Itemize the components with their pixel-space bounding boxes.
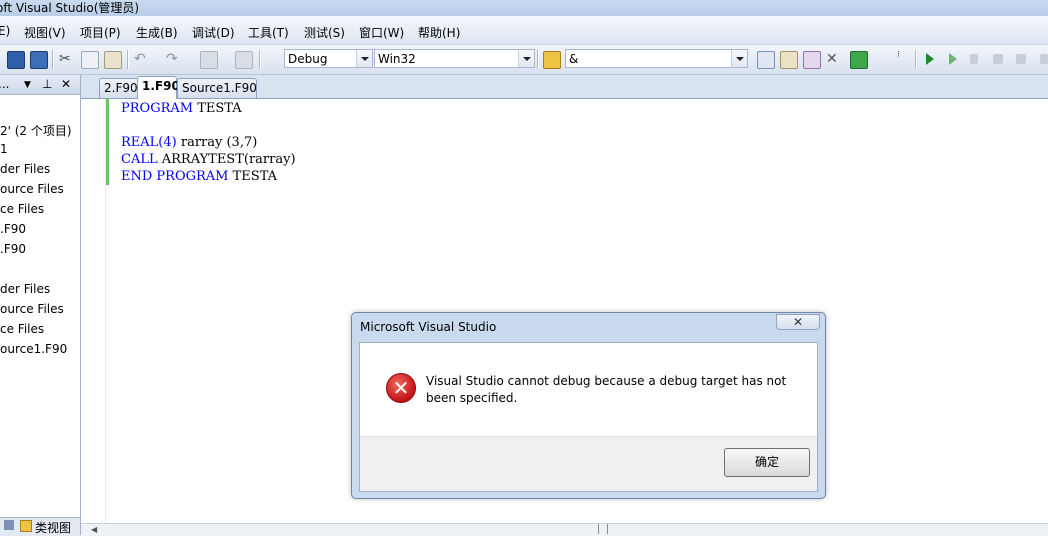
code-keyword: REAL(4) <box>121 135 177 150</box>
find-icon[interactable] <box>757 51 775 69</box>
tree-item-resource-files[interactable]: ce Files <box>0 322 44 336</box>
code-text-line: TESTA <box>228 169 278 184</box>
code-text-line: TESTA <box>193 101 242 116</box>
tree-item-file[interactable]: .F90 <box>0 222 26 236</box>
solution-platform-select[interactable]: Win32 <box>374 49 535 68</box>
tools-icon[interactable]: ✕ <box>826 51 842 67</box>
window-title: oft Visual Studio(管理员) <box>0 1 140 15</box>
tree-item-resource-files[interactable]: ce Files <box>0 202 44 216</box>
step-icon[interactable] <box>949 53 957 65</box>
properties-icon[interactable] <box>780 51 798 69</box>
tree-item-header-files[interactable]: der Files <box>0 282 50 296</box>
menu-bar: E) 视图(V) 项目(P) 生成(B) 调试(D) 工具(T) 测试(S) 窗… <box>0 16 1048 45</box>
solution-explorer-header: ... ▼ ⊥ ✕ <box>0 75 80 95</box>
copy-icon[interactable] <box>81 51 99 69</box>
save-icon[interactable] <box>7 51 25 69</box>
ok-button[interactable]: 确定 <box>724 448 810 477</box>
menu-window[interactable]: 窗口(W) <box>359 24 404 41</box>
tree-item-source1-file[interactable]: ource1.F90 <box>0 342 67 356</box>
editor-gutter <box>81 99 106 523</box>
title-bar: oft Visual Studio(管理员) <box>0 0 1048 16</box>
class-view-tab[interactable]: 类视图 <box>35 519 71 536</box>
code-text-line: rarray (3,7) <box>176 135 258 150</box>
restart-icon[interactable] <box>1016 54 1026 64</box>
tree-item-project[interactable]: 1 <box>0 142 8 156</box>
tree-item-source-files[interactable]: ource Files <box>0 182 64 196</box>
platform-value: Win32 <box>378 52 416 66</box>
chevron-down-icon[interactable] <box>356 50 372 67</box>
stop-icon[interactable] <box>993 54 1003 64</box>
dialog-message: Visual Studio cannot debug because a deb… <box>426 374 787 405</box>
redo-icon[interactable]: ↷ <box>166 51 182 67</box>
error-dialog: Microsoft Visual Studio ✕ ✕ Visual Studi… <box>351 312 826 499</box>
find-combo[interactable]: & <box>565 49 748 68</box>
class-view-icon <box>20 520 32 532</box>
paste-icon[interactable] <box>104 51 122 69</box>
dialog-content: ✕ Visual Studio cannot debug because a d… <box>359 342 818 436</box>
dialog-title: Microsoft Visual Studio <box>360 320 497 334</box>
configuration-value: Debug <box>288 52 328 66</box>
close-icon[interactable]: ✕ <box>61 77 71 91</box>
menu-edit[interactable]: E) <box>0 24 10 38</box>
menu-view[interactable]: 视图(V) <box>24 24 66 41</box>
dialog-footer: 确定 <box>359 436 818 492</box>
dropdown-arrow-icon[interactable]: ▼ <box>24 80 31 90</box>
scroll-left-icon[interactable]: ◀ <box>91 525 97 534</box>
find-in-files-icon[interactable] <box>543 51 561 69</box>
run-icon[interactable] <box>926 53 934 65</box>
menu-build[interactable]: 生成(B) <box>136 24 178 41</box>
toolbar-overflow-icon[interactable]: ⁝ <box>897 51 907 67</box>
menu-help[interactable]: 帮助(H) <box>418 24 460 41</box>
tree-item-file[interactable]: .F90 <box>0 242 26 256</box>
chevron-down-icon[interactable] <box>518 50 534 67</box>
find-value: & <box>569 52 579 66</box>
standard-toolbar: ✂ ↶ ↷ Debug Win32 & ✕ ⁝ <box>0 45 1048 110</box>
pause-icon[interactable] <box>970 54 978 64</box>
navigate-backward-icon[interactable] <box>200 51 218 69</box>
menu-debug[interactable]: 调试(D) <box>192 24 235 41</box>
menu-test[interactable]: 测试(S) <box>304 24 345 41</box>
menu-tools[interactable]: 工具(T) <box>248 24 289 41</box>
start-page-icon[interactable] <box>850 51 868 69</box>
tab-2-f90[interactable]: 2.F90 <box>99 78 139 98</box>
panel-title: ... <box>0 77 10 91</box>
solution-explorer-tab-icon[interactable] <box>4 520 14 530</box>
code-text[interactable]: PROGRAM TESTA REAL(4) rarray (3,7) CALL … <box>121 100 296 185</box>
solution-configuration-select[interactable]: Debug <box>284 49 373 68</box>
show-next-statement-icon[interactable] <box>1040 54 1048 64</box>
cut-icon[interactable]: ✂ <box>59 51 75 67</box>
editor-tab-strip: 2.F90 1.F90 Source1.F90 <box>81 75 1048 99</box>
tab-source1-f90[interactable]: Source1.F90 <box>177 78 257 98</box>
dialog-close-button[interactable]: ✕ <box>776 314 820 330</box>
code-keyword: PROGRAM <box>121 101 194 116</box>
tree-item-header-files[interactable]: der Files <box>0 162 50 176</box>
solution-explorer: ... ▼ ⊥ ✕ 2' (2 个项目) 1 der Files ource F… <box>0 75 81 535</box>
tree-item-source-files[interactable]: ource Files <box>0 302 64 316</box>
code-text-line: ARRAYTEST(rarray) <box>157 152 296 167</box>
chevron-down-icon[interactable] <box>731 50 747 67</box>
tab-1-f90[interactable]: 1.F90 <box>137 76 180 99</box>
menu-project[interactable]: 项目(P) <box>80 24 121 41</box>
code-keyword: CALL <box>121 152 158 167</box>
code-keyword: END PROGRAM <box>121 169 229 184</box>
object-browser-icon[interactable] <box>803 51 821 69</box>
change-tracking-bar <box>106 99 109 185</box>
error-icon: ✕ <box>386 373 416 403</box>
panel-bottom-tabs: 类视图 <box>0 517 80 536</box>
undo-icon[interactable]: ↶ <box>134 51 150 67</box>
pin-icon[interactable]: ⊥ <box>42 77 52 91</box>
horizontal-scrollbar[interactable]: ◀ <box>81 523 1048 536</box>
navigate-forward-icon[interactable] <box>235 51 253 69</box>
tree-item-solution[interactable]: 2' (2 个项目) <box>0 122 72 139</box>
save-all-icon[interactable] <box>30 51 48 69</box>
split-handle[interactable] <box>598 524 608 534</box>
